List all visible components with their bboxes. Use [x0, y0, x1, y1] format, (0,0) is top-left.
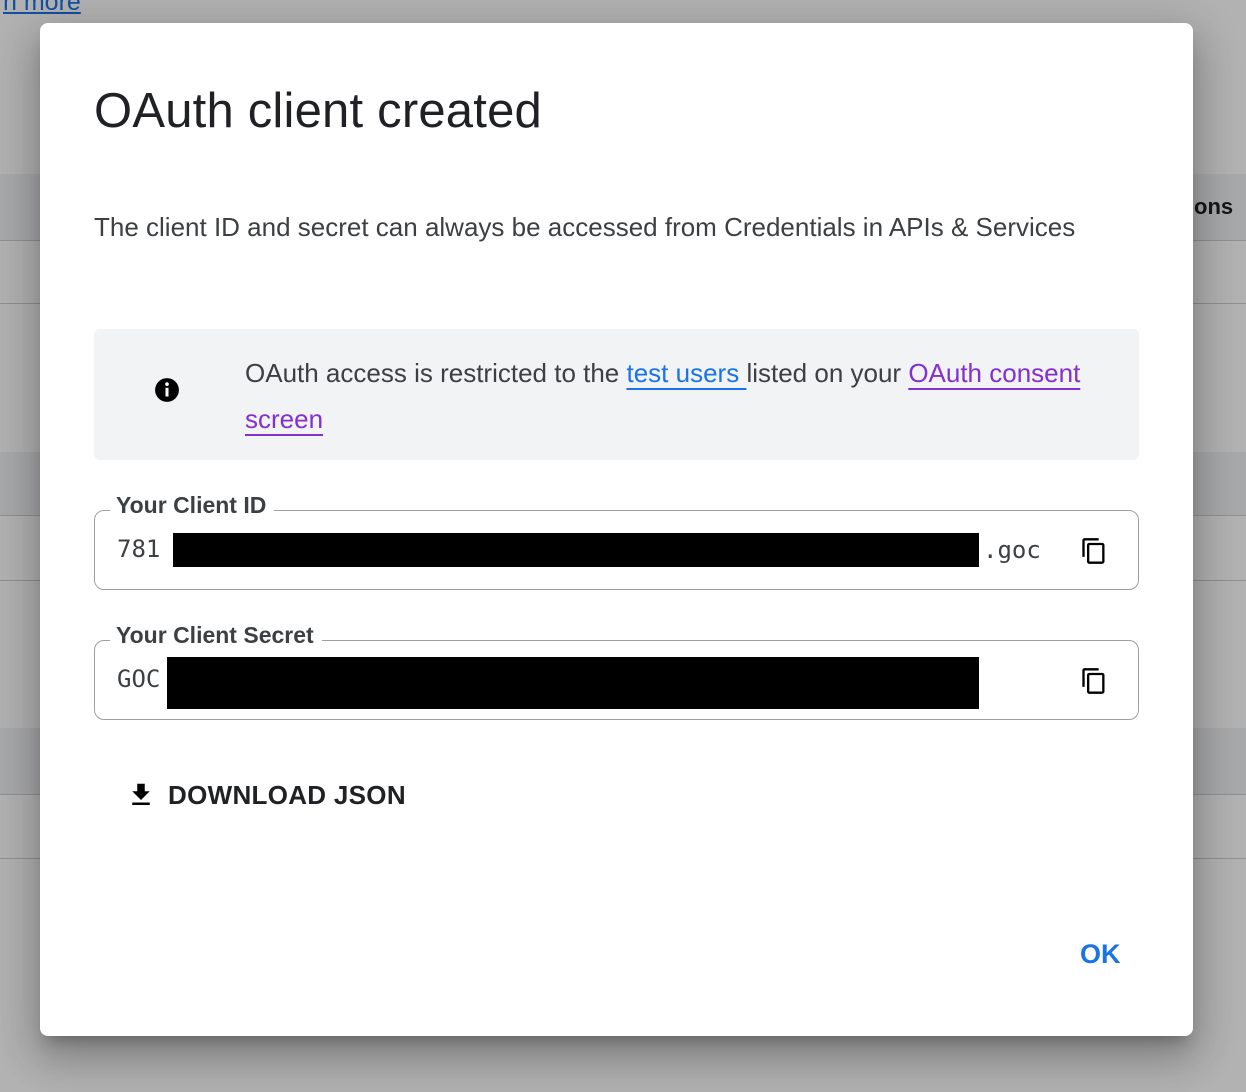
- oauth-client-created-dialog: OAuth client created The client ID and s…: [40, 23, 1193, 1036]
- copy-client-id-icon[interactable]: [1080, 536, 1108, 566]
- download-json-button[interactable]: DOWNLOAD JSON: [126, 775, 406, 815]
- client-id-value-prefix: 781: [117, 535, 161, 563]
- client-id-field[interactable]: Your Client ID 781 .goc: [94, 491, 1139, 590]
- copy-client-secret-icon[interactable]: [1080, 666, 1108, 696]
- client-id-value-suffix: .goc: [983, 536, 1041, 564]
- client-secret-redaction: [167, 657, 979, 709]
- info-banner-text: OAuth access is restricted to the test u…: [245, 350, 1105, 442]
- client-id-label: Your Client ID: [110, 491, 275, 519]
- info-text-before: OAuth access is restricted to the: [245, 358, 627, 388]
- client-secret-field[interactable]: Your Client Secret GOC: [94, 621, 1139, 720]
- client-secret-value-prefix: GOC: [117, 665, 161, 693]
- client-secret-label: Your Client Secret: [110, 621, 322, 649]
- dialog-description: The client ID and secret can always be a…: [94, 212, 1076, 242]
- download-json-label: DOWNLOAD JSON: [168, 779, 406, 810]
- download-icon: [132, 783, 150, 805]
- test-users-link[interactable]: test users: [627, 358, 747, 388]
- client-id-redaction: [173, 533, 979, 567]
- info-banner: OAuth access is restricted to the test u…: [94, 329, 1139, 460]
- info-text-middle: listed on your: [746, 358, 909, 388]
- dialog-title: OAuth client created: [94, 84, 542, 138]
- info-icon: [155, 378, 179, 402]
- ok-button[interactable]: OK: [1080, 939, 1121, 970]
